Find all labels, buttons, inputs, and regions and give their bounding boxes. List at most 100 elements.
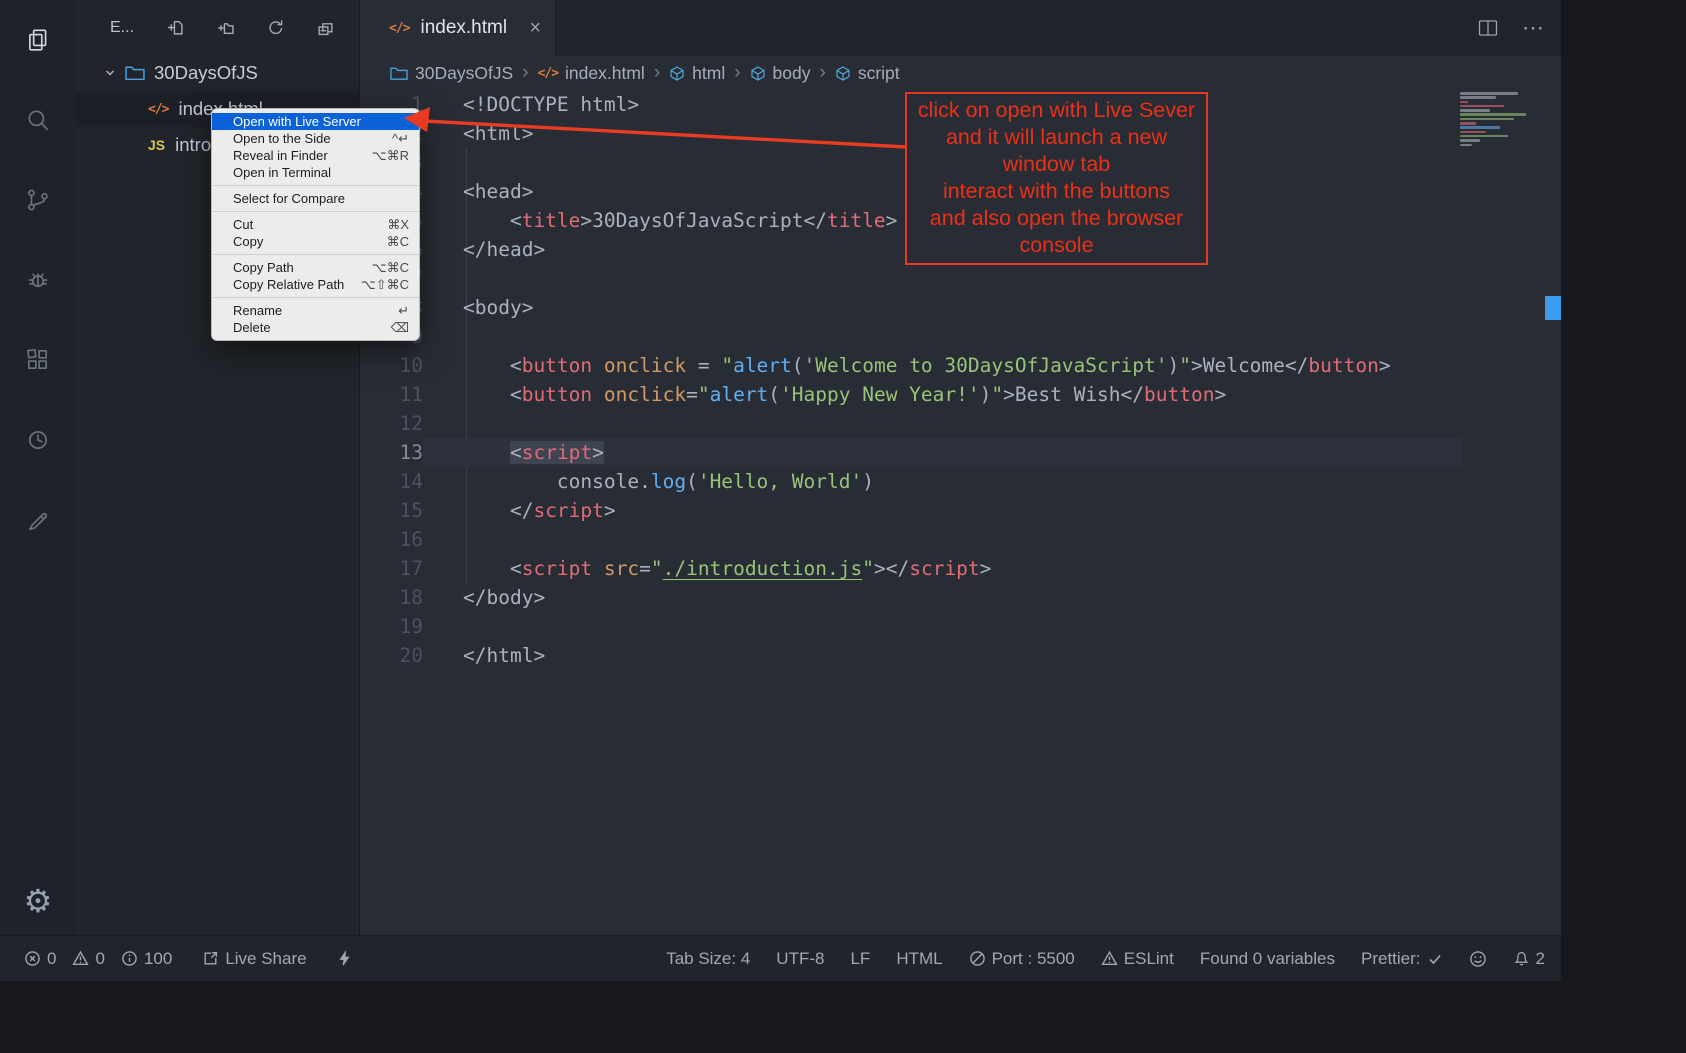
pen-icon <box>25 507 51 533</box>
status-port[interactable]: Port : 5500 <box>969 949 1075 969</box>
code-line-15[interactable]: 15 </script> <box>360 496 1561 525</box>
refresh-icon[interactable] <box>267 19 284 36</box>
code-line-16[interactable]: 16 <box>360 525 1561 554</box>
status-notifications[interactable]: 2 <box>1513 949 1545 969</box>
folder-label: 30DaysOfJS <box>154 62 258 84</box>
status-text: 0 <box>47 949 56 969</box>
editor-actions: ⋯ <box>1478 0 1545 56</box>
html-file-icon: </> <box>148 102 168 117</box>
annotation-line: and it will launch a new <box>909 124 1204 151</box>
bell-icon <box>1513 950 1530 968</box>
annotation-line: click on open with Live Sever <box>909 97 1204 124</box>
split-editor-icon[interactable] <box>1478 19 1498 37</box>
activity-clock[interactable] <box>0 400 76 480</box>
settings-gear-icon[interactable]: ⚙ <box>24 885 53 917</box>
code-line-10[interactable]: 10 <button onclick = "alert('Welcome to … <box>360 351 1561 380</box>
activity-bar: ⚙ <box>0 0 76 935</box>
activity-explorer[interactable] <box>0 0 76 80</box>
more-actions-icon[interactable]: ⋯ <box>1522 15 1545 41</box>
annotation-line: and also open the browser <box>909 205 1204 232</box>
breadcrumb-separator: › <box>817 62 827 84</box>
breadcrumb-item-html[interactable]: html <box>669 63 725 84</box>
code-line-8[interactable]: 8<body> <box>360 293 1561 322</box>
status-prettier[interactable]: Prettier: <box>1361 949 1443 969</box>
minimap[interactable] <box>1460 92 1540 148</box>
code-line-11[interactable]: 11 <button onclick="alert('Happy New Yea… <box>360 380 1561 409</box>
menu-item-open-with-live-server[interactable]: Open with Live Server <box>212 113 419 130</box>
breadcrumb-item-folder[interactable]: 30DaysOfJS <box>390 63 513 84</box>
status-feedback[interactable] <box>1469 950 1487 968</box>
status-live-share[interactable]: Live Share <box>202 949 306 969</box>
new-folder-icon[interactable] <box>217 19 234 36</box>
menu-item-cut[interactable]: Cut⌘X <box>212 216 419 233</box>
menu-item-copy-relative-path[interactable]: Copy Relative Path⌥⇧⌘C <box>212 276 419 293</box>
menu-item-delete[interactable]: Delete⌫ <box>212 319 419 336</box>
error-icon <box>24 950 41 967</box>
breadcrumb-item-file[interactable]: </> index.html <box>538 63 645 84</box>
status-text: Prettier: <box>1361 949 1421 969</box>
explorer-header: E... <box>76 0 359 55</box>
menu-separator <box>212 211 419 212</box>
activity-extensions[interactable] <box>0 320 76 400</box>
status-encoding[interactable]: UTF-8 <box>776 949 824 969</box>
extensions-icon <box>25 347 51 373</box>
new-file-icon[interactable] <box>167 19 184 36</box>
close-tab-icon[interactable]: × <box>529 17 541 40</box>
status-eol[interactable]: LF <box>850 949 870 969</box>
menu-item-reveal-in-finder[interactable]: Reveal in Finder⌥⌘R <box>212 147 419 164</box>
status-tab-size[interactable]: Tab Size: 4 <box>666 949 750 969</box>
code-line-17[interactable]: 17 <script src="./introduction.js"></scr… <box>360 554 1561 583</box>
activity-source-control[interactable] <box>0 160 76 240</box>
warning-icon <box>72 950 89 967</box>
menu-item-rename[interactable]: Rename↵ <box>212 302 419 319</box>
code-line-7[interactable]: 7 <box>360 264 1561 293</box>
code-line-18[interactable]: 18</body> <box>360 583 1561 612</box>
menu-item-copy[interactable]: Copy⌘C <box>212 233 419 250</box>
status-text: UTF-8 <box>776 949 824 969</box>
collapse-all-icon[interactable] <box>317 19 334 36</box>
menu-separator <box>212 185 419 186</box>
status-eslint[interactable]: ESLint <box>1101 949 1174 969</box>
git-branch-icon <box>25 187 51 213</box>
live-share-icon <box>202 950 219 967</box>
breadcrumb-separator: › <box>520 62 530 84</box>
tab-index-html[interactable]: </> index.html × <box>360 0 556 56</box>
scrollbar-marker[interactable] <box>1545 296 1561 320</box>
tab-bar: </> index.html × ⋯ <box>360 0 1561 56</box>
code-line-19[interactable]: 19 <box>360 612 1561 641</box>
warning-icon <box>1101 950 1118 967</box>
status-info[interactable]: 100 <box>121 949 172 969</box>
menu-item-copy-path[interactable]: Copy Path⌥⌘C <box>212 259 419 276</box>
status-variables[interactable]: Found 0 variables <box>1200 949 1335 969</box>
menu-separator <box>212 254 419 255</box>
lightning-icon <box>337 950 352 967</box>
breadcrumb-item-script[interactable]: script <box>835 63 900 84</box>
status-lightning[interactable] <box>337 950 352 967</box>
bug-icon <box>25 267 51 293</box>
tree-item-30daysofjs[interactable]: 30DaysOfJS <box>76 55 359 91</box>
folder-icon <box>125 65 145 81</box>
activity-debug[interactable] <box>0 240 76 320</box>
status-language-mode[interactable]: HTML <box>896 949 942 969</box>
status-errors[interactable]: 0 <box>24 949 56 969</box>
explorer-title: E... <box>110 19 134 37</box>
menu-item-open-to-the-side[interactable]: Open to the Side^↵ <box>212 130 419 147</box>
menu-item-open-in-terminal[interactable]: Open in Terminal <box>212 164 419 181</box>
code-line-14[interactable]: 14 console.log('Hello, World') <box>360 467 1561 496</box>
folder-icon <box>390 66 408 81</box>
code-line-9[interactable]: 9 <box>360 322 1561 351</box>
code-line-20[interactable]: 20</html> <box>360 641 1561 670</box>
breadcrumb-separator: › <box>652 62 662 84</box>
status-warnings[interactable]: 0 <box>72 949 104 969</box>
activity-pen[interactable] <box>0 480 76 560</box>
code-line-12[interactable]: 12 <box>360 409 1561 438</box>
breadcrumb-separator: › <box>732 62 742 84</box>
status-text: LF <box>850 949 870 969</box>
annotation-line: window tab <box>909 151 1204 178</box>
activity-search[interactable] <box>0 80 76 160</box>
status-text: 2 <box>1536 949 1545 969</box>
status-text: Live Share <box>225 949 306 969</box>
menu-item-select-for-compare[interactable]: Select for Compare <box>212 190 419 207</box>
breadcrumb-item-body[interactable]: body <box>750 63 811 84</box>
code-line-13[interactable]: 13 <script> <box>360 438 1561 467</box>
